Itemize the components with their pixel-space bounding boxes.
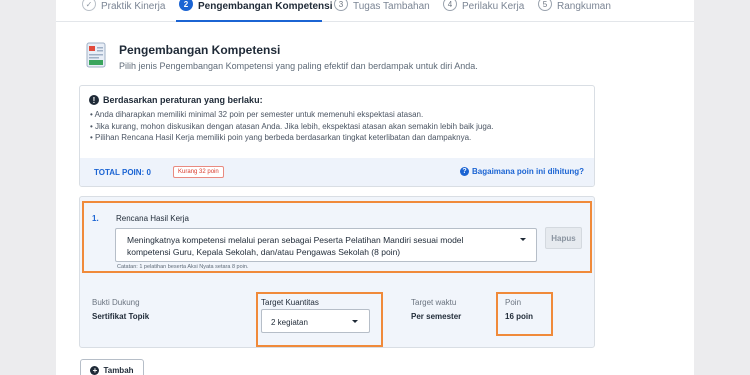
check-icon: ✓ — [82, 0, 96, 11]
step-number: 2 — [179, 0, 193, 11]
points-help-link[interactable]: ? Bagaimana poin ini dihitung? — [460, 167, 584, 176]
active-step-indicator — [176, 20, 322, 22]
step-praktik-kinerja[interactable]: ✓ Praktik Kinerja — [82, 0, 165, 12]
step-label: Tugas Tambahan — [353, 0, 430, 12]
points-label: Poin — [505, 298, 522, 307]
step-number: 3 — [334, 0, 348, 11]
target-time-label: Target waktu — [411, 298, 457, 307]
step-number: 4 — [443, 0, 457, 11]
step-label: Rangkuman — [557, 0, 611, 12]
chevron-down-icon — [520, 238, 526, 241]
info-list: Anda diharapkan memiliki minimal 32 poin… — [90, 109, 494, 144]
step-pengembangan-kompetensi[interactable]: 2 Pengembangan Kompetensi — [179, 0, 332, 12]
regulation-info-box: ! Berdasarkan peraturan yang berlaku: An… — [79, 85, 595, 187]
list-item: Anda diharapkan memiliki minimal 32 poin… — [90, 109, 494, 121]
list-item: Jika kurang, mohon diskusikan dengan ata… — [90, 121, 493, 133]
evidence-label: Bukti Dukung — [92, 298, 140, 307]
target-quantity-label: Target Kuantitas — [261, 298, 319, 307]
add-button-label: Tambah — [103, 365, 134, 375]
total-points-bar: TOTAL POIN: 0 Kurang 32 poin ? Bagaimana… — [80, 158, 594, 186]
document-icon — [86, 42, 106, 68]
plan-note: Catatan: 1 pelatihan beserta Aksi Nyata … — [117, 264, 249, 270]
plan-select-line: kompetensi Guru, Kepala Sekolah, dan/ata… — [127, 247, 401, 257]
main-card: ✓ Praktik Kinerja 2 Pengembangan Kompete… — [56, 0, 694, 375]
evidence-value: Sertifikat Topik — [92, 312, 150, 321]
step-label: Perilaku Kerja — [462, 0, 525, 12]
step-label: Praktik Kinerja — [101, 0, 166, 12]
delete-button[interactable]: Hapus — [545, 227, 582, 249]
step-rangkuman[interactable]: 5 Rangkuman — [538, 0, 611, 12]
target-quantity-value: 2 kegiatan — [271, 318, 308, 327]
help-link-text: Bagaimana poin ini dihitung? — [472, 167, 584, 176]
step-number: 5 — [538, 0, 552, 11]
plan-item-card: 1. Rencana Hasil Kerja Meningkatnya komp… — [79, 196, 595, 348]
step-label: Pengembangan Kompetensi — [198, 0, 333, 12]
plan-label: Rencana Hasil Kerja — [116, 214, 189, 223]
points-value: 16 poin — [505, 312, 534, 321]
step-tugas-tambahan[interactable]: 3 Tugas Tambahan — [334, 0, 430, 12]
section-subtitle: Pilih jenis Pengembangan Kompetensi yang… — [119, 61, 478, 71]
total-points: TOTAL POIN: 0 — [94, 168, 151, 177]
stepper: ✓ Praktik Kinerja 2 Pengembangan Kompete… — [56, 0, 694, 22]
plus-icon: + — [90, 365, 100, 375]
step-perilaku-kerja[interactable]: 4 Perilaku Kerja — [443, 0, 524, 12]
section-title: Pengembangan Kompetensi — [119, 43, 281, 57]
plan-select[interactable]: Meningkatnya kompetensi melalui peran se… — [115, 228, 537, 262]
add-button[interactable]: + Tambah — [80, 359, 144, 375]
info-heading-text: Berdasarkan peraturan yang berlaku: — [103, 95, 263, 105]
info-heading: ! Berdasarkan peraturan yang berlaku: — [89, 95, 263, 105]
question-icon: ? — [460, 167, 469, 176]
target-time-value: Per semester — [411, 312, 462, 321]
target-quantity-select[interactable]: 2 kegiatan — [261, 309, 370, 333]
plan-select-line: Meningkatnya kompetensi melalui peran se… — [127, 235, 464, 245]
alert-icon: ! — [89, 95, 99, 105]
plan-number: 1. — [92, 214, 99, 223]
points-shortfall-badge: Kurang 32 poin — [173, 166, 224, 178]
chevron-down-icon — [352, 320, 358, 323]
list-item: Pilihan Rencana Hasil Kerja memiliki poi… — [90, 132, 494, 144]
